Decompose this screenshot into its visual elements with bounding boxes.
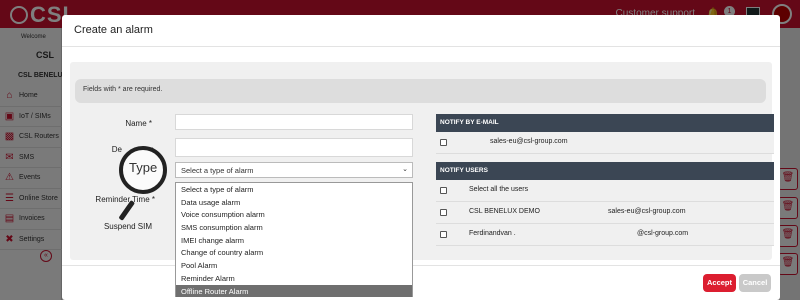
user-email-cell: @csl-group.com (637, 230, 689, 237)
notify-email-header: NOTIFY BY E-MAIL (436, 114, 774, 132)
chevron-down-icon: ⌄ (402, 166, 408, 173)
accept-button[interactable]: Accept (703, 274, 736, 292)
alarm-type-option[interactable]: Pool Alarm (176, 259, 412, 272)
select-all-label: Select all the users (469, 186, 529, 193)
user-checkbox[interactable] (440, 209, 447, 216)
alarm-type-option[interactable]: Reminder Alarm (176, 272, 412, 285)
email-cell: sales-eu@csl-group.com (490, 138, 568, 145)
alarm-type-option[interactable]: Change of country alarm (176, 246, 412, 259)
suspend-sim-label: Suspend SIM (103, 222, 152, 231)
user-name-cell: Ferdinandvan . (469, 230, 516, 237)
alarm-type-select[interactable]: Select a type of alarm ⌄ (175, 162, 413, 178)
modal-body: Fields with * are required. Name * De n … (70, 62, 774, 298)
description-textarea[interactable] (175, 138, 413, 157)
table-row: Ferdinandvan . @csl-group.com (436, 224, 774, 246)
alarm-type-option[interactable]: IMEI change alarm (176, 234, 412, 247)
modal-title: Create an alarm (62, 15, 780, 47)
user-email-cell: sales-eu@csl-group.com (608, 208, 686, 215)
table-row: CSL BENELUX DEMO sales-eu@csl-group.com (436, 202, 774, 224)
user-checkbox[interactable] (440, 231, 447, 238)
magnifier-icon: Type (118, 146, 175, 221)
user-name-cell: CSL BENELUX DEMO (469, 208, 540, 215)
table-row: sales-eu@csl-group.com (436, 132, 774, 154)
cancel-button[interactable]: Cancel (739, 274, 771, 292)
alarm-type-option-highlighted[interactable]: Offline Router Alarm (176, 284, 412, 298)
alarm-type-option[interactable]: Voice consumption alarm (176, 208, 412, 221)
alarm-type-option[interactable]: Select a type of alarm (176, 183, 412, 196)
select-all-row: Select all the users (436, 180, 774, 202)
alarm-type-option[interactable]: SMS consumption alarm (176, 221, 412, 234)
name-input[interactable] (175, 114, 413, 130)
magnifier-text: Type (129, 160, 158, 175)
name-label: Name * (125, 119, 152, 128)
notify-users-header: NOTIFY USERS (436, 162, 774, 180)
alarm-type-dropdown: Select a type of alarm Data usage alarm … (175, 182, 413, 298)
create-alarm-modal: Create an alarm Fields with * are requir… (62, 15, 780, 300)
alarm-type-option[interactable]: Data usage alarm (176, 196, 412, 209)
modal-footer: Accept Cancel (62, 265, 780, 300)
email-checkbox[interactable] (440, 139, 447, 146)
required-fields-note: Fields with * are required. (75, 79, 766, 103)
alarm-type-selected: Select a type of alarm (181, 166, 254, 175)
select-all-checkbox[interactable] (440, 187, 447, 194)
